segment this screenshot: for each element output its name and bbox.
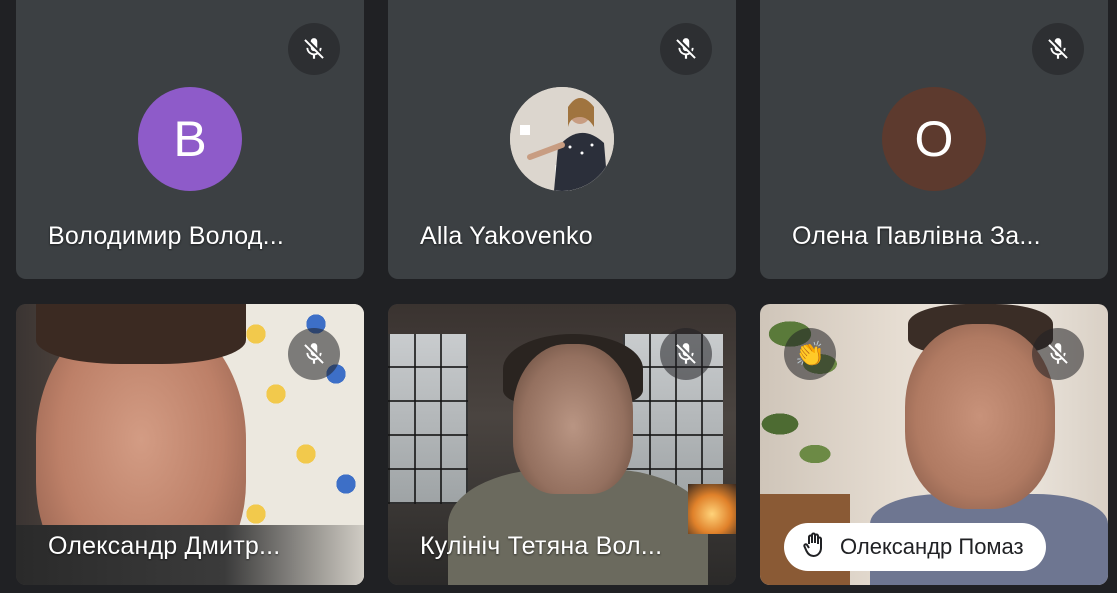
participant-tile[interactable]: 👏 Олександр Помаз <box>760 304 1108 585</box>
background-window <box>388 334 468 504</box>
raised-hand-icon <box>802 532 826 563</box>
participant-name: Кулініч Тетяна Вол... <box>420 532 663 560</box>
participant-name: Олена Павлівна За... <box>792 222 1041 250</box>
mic-off-icon <box>660 328 712 380</box>
participant-name: Alla Yakovenko <box>420 222 593 250</box>
mic-off-icon <box>288 328 340 380</box>
participant-tile[interactable]: B Володимир Волод... <box>16 0 364 279</box>
mic-off-icon <box>660 23 712 75</box>
raised-hand-badge: Олександр Помаз <box>784 523 1046 571</box>
mic-off-icon <box>1032 23 1084 75</box>
avatar <box>510 87 614 191</box>
participant-grid: B Володимир Волод... Alla Yakovenko O Ол… <box>0 0 1117 593</box>
participant-name: Володимир Волод... <box>48 222 285 250</box>
participant-tile[interactable]: Alla Yakovenko <box>388 0 736 279</box>
participant-tile[interactable]: Кулініч Тетяна Вол... <box>388 304 736 585</box>
avatar: B <box>138 87 242 191</box>
clapping-hands-icon: 👏 <box>784 328 836 380</box>
background-fireplace <box>688 484 736 534</box>
mic-off-icon <box>288 23 340 75</box>
participant-hair <box>36 304 246 364</box>
avatar: O <box>882 87 986 191</box>
profile-photo <box>510 87 614 191</box>
participant-name: Олександр Дмитр... <box>48 532 281 560</box>
participant-tile[interactable]: O Олена Павлівна За... <box>760 0 1108 279</box>
participant-name: Олександр Помаз <box>840 534 1024 559</box>
avatar-letter: O <box>914 111 954 167</box>
avatar-letter: B <box>173 111 207 167</box>
mic-off-icon <box>1032 328 1084 380</box>
participant-face <box>513 344 633 494</box>
participant-tile[interactable]: Олександр Дмитр... <box>16 304 364 585</box>
